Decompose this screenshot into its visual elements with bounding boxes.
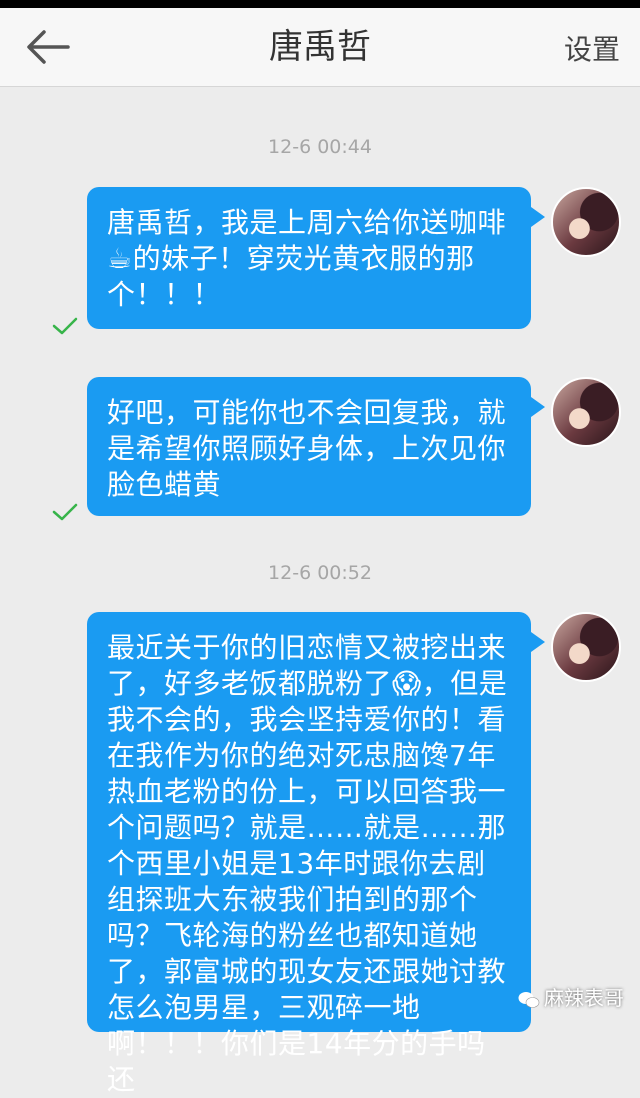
settings-button[interactable]: 设置 xyxy=(564,30,620,70)
message-timestamp: 12-6 00:44 xyxy=(268,136,372,158)
chat-header: 唐禹哲 设置 xyxy=(0,8,640,87)
watermark: 麻辣表哥 xyxy=(518,982,624,1011)
user-avatar[interactable] xyxy=(551,377,621,447)
message-bubble[interactable]: 唐禹哲，我是上周六给你送咖啡☕的妹子！穿荧光黄衣服的那个！！！ xyxy=(87,187,545,329)
sent-check-icon xyxy=(52,503,78,521)
chat-title: 唐禹哲 xyxy=(269,27,371,67)
user-avatar[interactable] xyxy=(551,187,621,257)
sent-check-icon xyxy=(52,317,78,335)
wechat-icon xyxy=(518,991,540,1008)
status-bar xyxy=(0,0,640,8)
message-timestamp: 12-6 00:52 xyxy=(268,562,372,584)
user-avatar[interactable] xyxy=(551,612,621,682)
message-bubble[interactable]: 最近关于你的旧恋情又被挖出来了，好多老饭都脱粉了😱，但是我不会的，我会坚持爱你的… xyxy=(87,612,545,1096)
watermark-text: 麻辣表哥 xyxy=(544,986,624,1010)
message-bubble[interactable]: 好吧，可能你也不会回复我，就是希望你照顾好身体，上次见你脸色蜡黄 xyxy=(87,377,545,516)
